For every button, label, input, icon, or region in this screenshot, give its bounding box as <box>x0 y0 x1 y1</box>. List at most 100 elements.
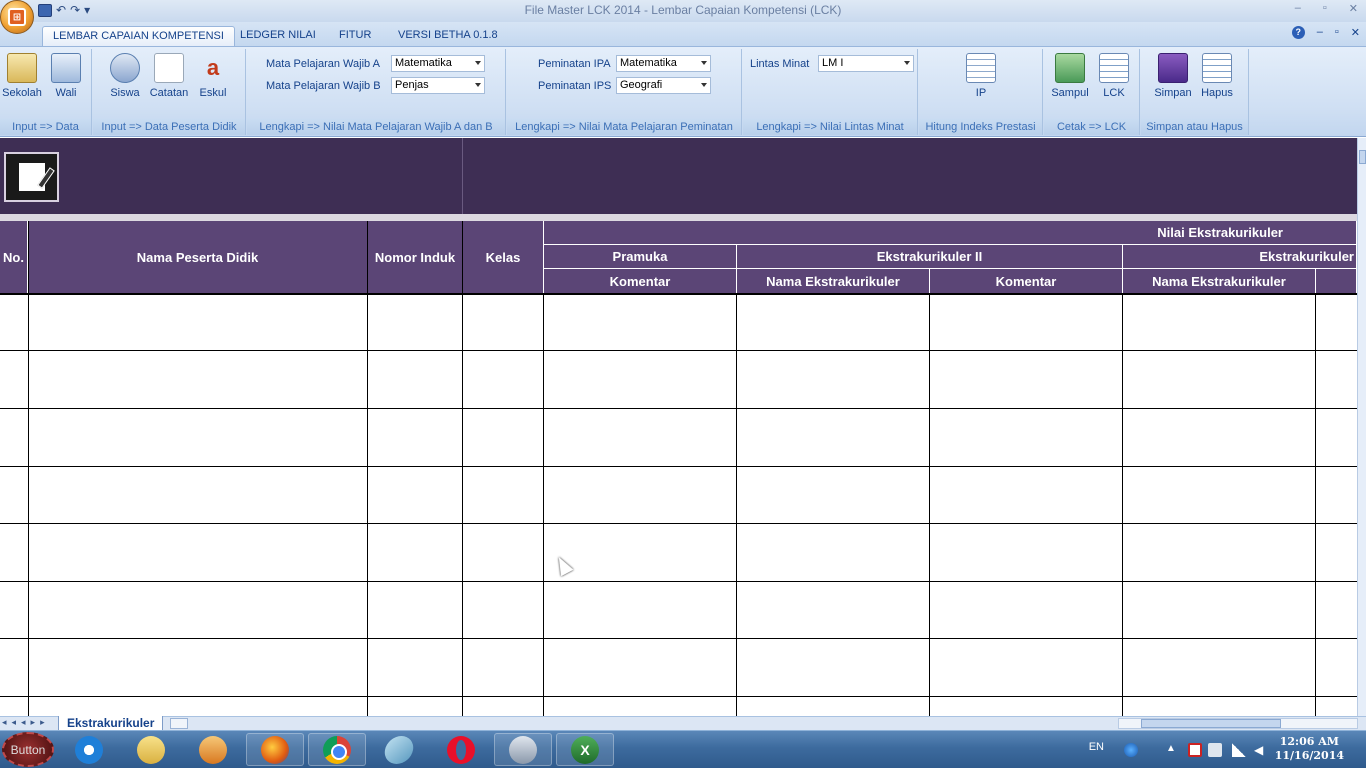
students-icon <box>110 53 140 83</box>
sampul-button[interactable]: Sampul <box>1048 53 1092 99</box>
wajib-a-select[interactable]: Matematika <box>391 55 485 72</box>
horizontal-scrollbar[interactable] <box>1118 718 1358 729</box>
ip-button[interactable]: IP <box>959 53 1003 99</box>
group-label: Lengkapi => Nilai Mata Pelajaran Peminat… <box>507 119 741 135</box>
restore-button[interactable]: ▫ <box>1323 2 1327 15</box>
doc-restore-button[interactable]: ▫ <box>1335 26 1339 39</box>
lintas-select[interactable]: LM I <box>818 55 914 72</box>
signal-icon[interactable] <box>1232 743 1246 757</box>
taskbar-ie[interactable] <box>60 733 118 766</box>
sekolah-button[interactable]: Sekolah <box>0 53 44 99</box>
lck-button[interactable]: LCK <box>1092 53 1136 99</box>
taskbar-explorer[interactable] <box>122 733 180 766</box>
header-nama-ekstrakurikuler-ii[interactable]: Nama Ekstrakurikuler <box>737 269 930 294</box>
wajib-b-select[interactable]: Penjas <box>391 77 485 94</box>
cover-icon <box>1055 53 1085 83</box>
header-nama-peserta-didik[interactable]: Nama Peserta Didik <box>28 221 368 294</box>
vertical-scrollbar[interactable] <box>1357 138 1366 716</box>
taskbar-notebook[interactable] <box>370 733 428 766</box>
header-nomor-induk[interactable]: Nomor Induk <box>368 221 463 294</box>
edit-document-icon <box>18 163 55 191</box>
ip-label: IP <box>975 87 987 99</box>
sheet-tab-ekstrakurikuler[interactable]: Ekstrakurikuler <box>58 716 164 731</box>
internet-explorer-icon <box>75 735 103 764</box>
taskbar-chrome[interactable] <box>308 733 366 766</box>
doc-close-button[interactable]: ✕ <box>1351 26 1360 39</box>
wajib-a-label: Mata Pelajaran Wajib A <box>266 58 380 70</box>
taskbar-opera[interactable] <box>432 733 490 766</box>
show-hidden-icons-icon[interactable]: ▲ <box>1166 743 1180 757</box>
group-label: Input => Data <box>0 119 91 135</box>
sampul-label: Sampul <box>1051 87 1089 99</box>
volume-icon[interactable]: ◀ <box>1254 743 1268 757</box>
edit-form-button[interactable] <box>4 152 59 202</box>
opera-icon <box>447 735 475 764</box>
header-nilai-ekstrakurikuler[interactable]: Nilai Ekstrakurikuler <box>544 221 1357 245</box>
sheet-nav-buttons[interactable]: ◂◂◂▸▸ <box>2 717 50 728</box>
notebook-icon <box>382 735 416 764</box>
lintas-value: LM I <box>822 57 844 69</box>
taskbar-excel[interactable]: X <box>556 733 614 766</box>
ipa-select[interactable]: Matematika <box>616 55 711 72</box>
grid-line <box>0 350 1357 351</box>
ipa-value: Matematika <box>620 57 677 69</box>
taskbar-media-player[interactable] <box>184 733 242 766</box>
header-nama-ekstrakurikuler-iii[interactable]: Nama Ekstrakurikuler <box>1123 269 1316 294</box>
header-no[interactable]: No. <box>0 221 28 294</box>
grid-line <box>462 221 463 716</box>
dropdown-arrow-icon <box>701 83 707 87</box>
grid-line <box>0 581 1357 582</box>
taskbar: Button X EN ▲ ◀ 12:06 AM 11/16/2014 <box>0 730 1366 768</box>
group-input-peserta-didik: Siswa Catatan a Eskul Input => Data Peser… <box>93 49 246 135</box>
siswa-button[interactable]: Siswa <box>103 53 147 99</box>
header-komentar-iii[interactable] <box>1316 269 1357 294</box>
grid-line <box>543 294 544 716</box>
grid-line <box>0 408 1357 409</box>
scroll-thumb[interactable] <box>1359 150 1366 164</box>
header-komentar-ii[interactable]: Komentar <box>930 269 1123 294</box>
tab-lembar-capaian-kompetensi[interactable]: LEMBAR CAPAIAN KOMPETENSI <box>42 26 235 46</box>
grid-line <box>0 293 1357 295</box>
action-center-flag-icon[interactable] <box>1188 743 1202 757</box>
hscroll-thumb[interactable] <box>1141 719 1281 728</box>
simpan-button[interactable]: Simpan <box>1151 53 1195 99</box>
start-button[interactable]: Button <box>2 732 54 767</box>
close-button[interactable]: ✕ <box>1349 2 1358 15</box>
header-kelas[interactable]: Kelas <box>463 221 544 294</box>
tab-versi-betha[interactable]: VERSI BETHA 0.1.8 <box>388 26 508 46</box>
ips-select[interactable]: Geografi <box>616 77 711 94</box>
network-sync-icon[interactable] <box>1124 743 1138 757</box>
teacher-card-icon <box>51 53 81 83</box>
window-title: File Master LCK 2014 - Lembar Capaian Ko… <box>524 3 842 17</box>
office-button[interactable]: ⊞ <box>0 0 34 34</box>
grid-line <box>1122 294 1123 716</box>
taskbar-firefox[interactable] <box>246 733 304 766</box>
header-ekstrakurikuler-ii[interactable]: Ekstrakurikuler II <box>737 245 1123 269</box>
grid-line <box>0 638 1357 639</box>
tab-ledger-nilai[interactable]: LEDGER NILAI <box>230 26 326 46</box>
ribbon-window-controls: ? – ▫ ✕ <box>1291 26 1360 39</box>
doc-minimize-button[interactable]: – <box>1317 26 1323 39</box>
wajib-b-label: Mata Pelajaran Wajib B <box>266 80 381 92</box>
eskul-label: Eskul <box>199 87 227 99</box>
tab-fitur[interactable]: FITUR <box>329 26 381 46</box>
spelling-icon: a <box>206 55 220 80</box>
sheet-tab-bar: ◂◂◂▸▸ Ekstrakurikuler <box>0 716 1366 731</box>
taskbar-camera[interactable] <box>494 733 552 766</box>
device-icon[interactable] <box>1208 743 1222 757</box>
language-indicator[interactable]: EN <box>1089 741 1104 753</box>
minimize-button[interactable]: – <box>1295 2 1301 15</box>
catatan-button[interactable]: Catatan <box>147 53 191 99</box>
worksheet[interactable]: No. Nama Peserta Didik Nomor Induk Kelas… <box>0 138 1357 716</box>
insert-sheet-icon[interactable] <box>170 718 188 729</box>
dropdown-arrow-icon <box>701 61 707 65</box>
help-icon[interactable]: ? <box>1291 26 1305 39</box>
eskul-button[interactable]: a Eskul <box>191 53 235 99</box>
header-komentar-pramuka[interactable]: Komentar <box>544 269 737 294</box>
header-ekstrakurikuler-iii[interactable]: Ekstrakurikuler <box>1123 245 1357 269</box>
wali-button[interactable]: Wali <box>44 53 88 99</box>
clock[interactable]: 12:06 AM 11/16/2014 <box>1275 735 1344 763</box>
hapus-button[interactable]: Hapus <box>1195 53 1239 99</box>
header-pramuka[interactable]: Pramuka <box>544 245 737 269</box>
office-logo-icon: ⊞ <box>8 8 26 26</box>
